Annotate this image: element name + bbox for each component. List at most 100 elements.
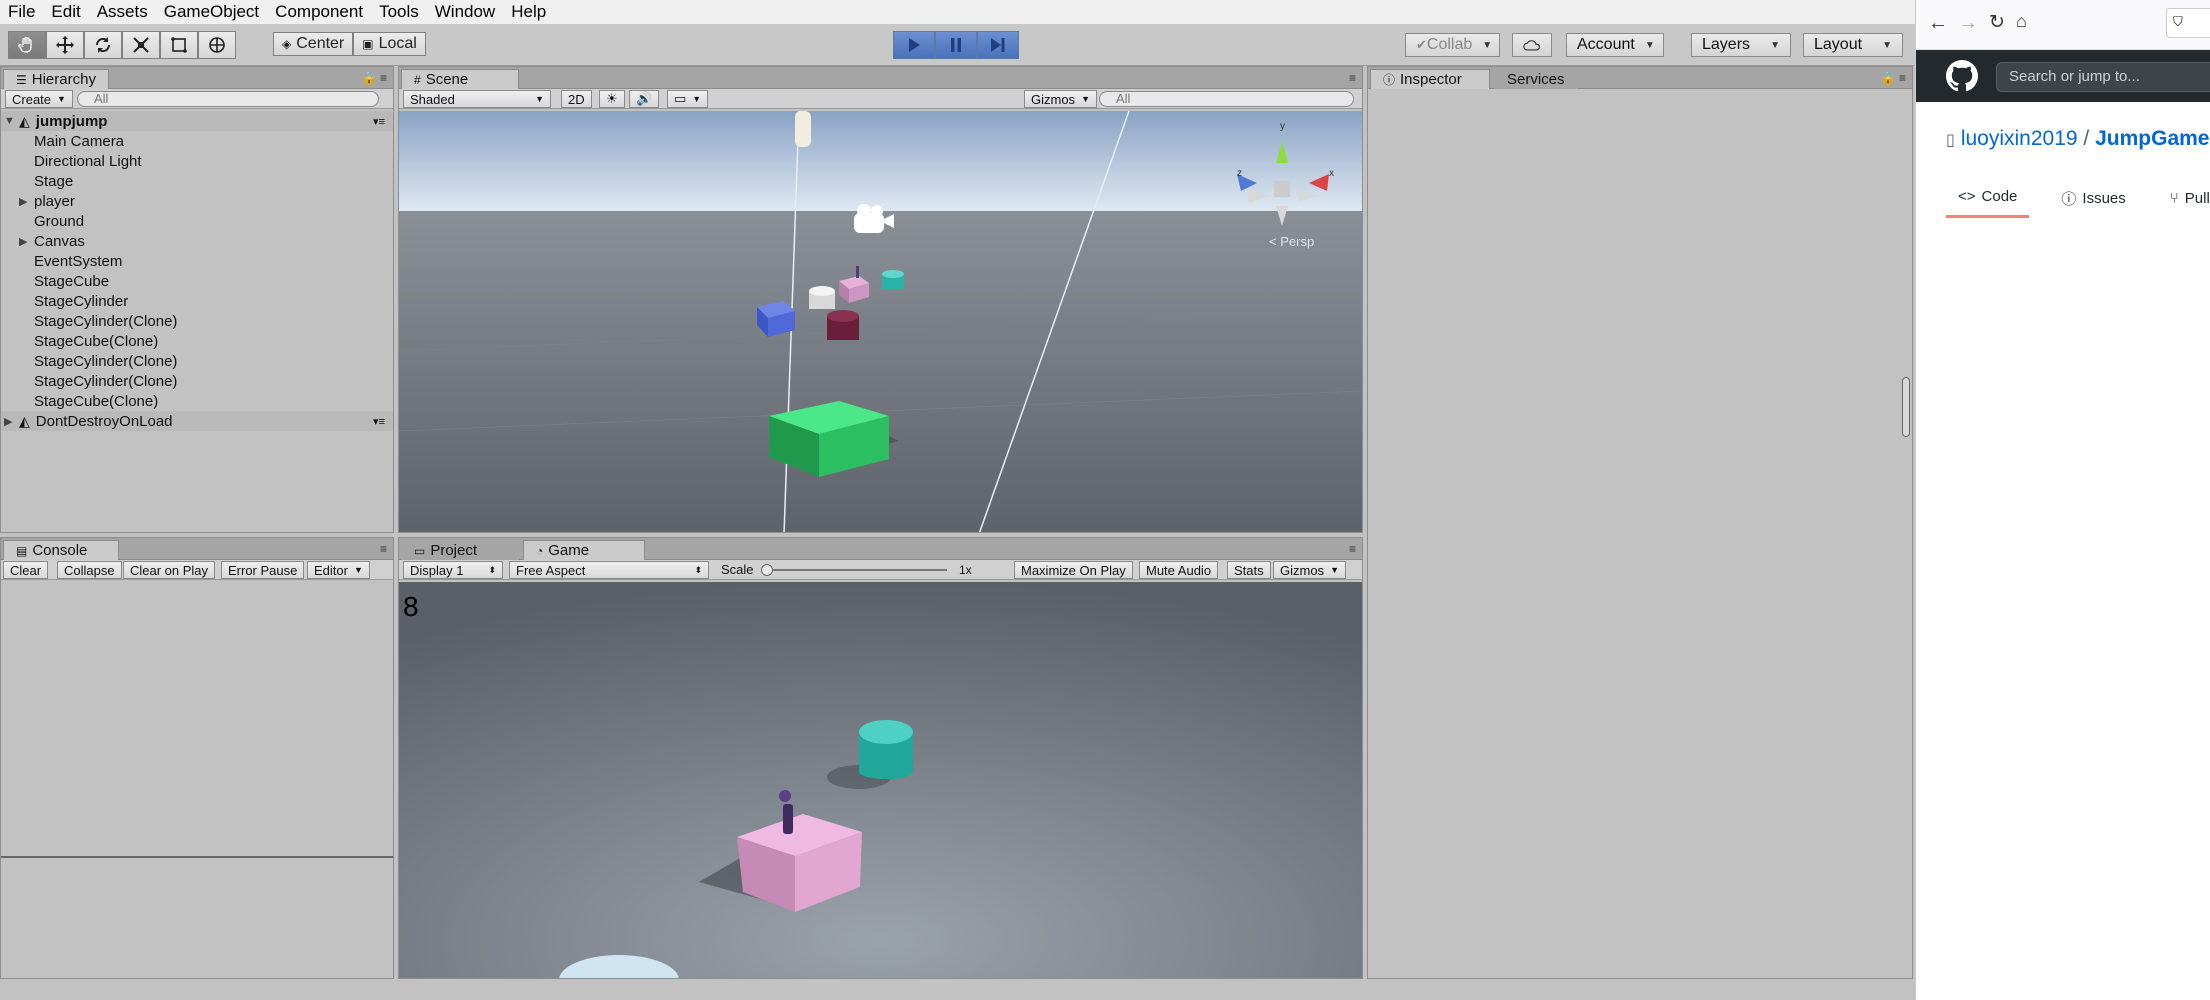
pivot-center-button[interactable]: ◈ Center	[273, 32, 354, 56]
menu-gameobject[interactable]: GameObject	[156, 2, 267, 22]
scene-search-input[interactable]: All	[1099, 91, 1354, 107]
menu-help[interactable]: Help	[503, 2, 554, 22]
repo-name-link[interactable]: JumpGame	[2095, 127, 2209, 150]
audio-toggle[interactable]: 🔊	[629, 90, 660, 108]
hierarchy-item[interactable]: StageCylinder(Clone)	[1, 351, 393, 371]
main-toolbar: ◈ Center ▣ Local ✔ Collab ▼ Account ▼ La…	[0, 24, 1915, 66]
hierarchy-item[interactable]: EventSystem	[1, 251, 393, 271]
hierarchy-item[interactable]: StageCylinder(Clone)	[1, 311, 393, 331]
hand-tool-button[interactable]	[8, 31, 46, 59]
collab-dropdown[interactable]: ✔ Collab ▼	[1405, 33, 1500, 57]
pause-button[interactable]	[935, 31, 977, 59]
tab-pull-requests[interactable]: ⑂ Pull req	[2158, 178, 2210, 218]
panel-menu-icon[interactable]: 🔒 ≡	[362, 71, 387, 85]
rect-tool-button[interactable]	[160, 31, 198, 59]
collapsed-arrow-icon[interactable]: ▶	[4, 415, 12, 428]
hierarchy-item[interactable]: StageCylinder	[1, 291, 393, 311]
cloud-button[interactable]	[1512, 33, 1552, 57]
console-editor-dropdown[interactable]: Editor ▼	[307, 561, 370, 579]
move-tool-button[interactable]	[46, 31, 84, 59]
dontdestroy-row[interactable]: ▶ ◭ DontDestroyOnLoad ▾≡	[1, 411, 393, 431]
hierarchy-item[interactable]: StageCube(Clone)	[1, 391, 393, 411]
unity-scene-icon: ◭	[19, 412, 30, 429]
scene-root-row[interactable]: ▼ ◭ jumpjump ▾≡	[1, 111, 393, 131]
hierarchy-item[interactable]: StageCube(Clone)	[1, 331, 393, 351]
console-error-pause-button[interactable]: Error Pause	[221, 561, 305, 579]
create-dropdown[interactable]: Create ▼	[5, 90, 73, 108]
hierarchy-search-input[interactable]: All	[77, 91, 379, 107]
game-viewport[interactable]: 8	[399, 582, 1362, 978]
reload-icon[interactable]: ↻	[1989, 11, 2005, 34]
scale-slider-thumb[interactable]	[761, 564, 773, 576]
menu-edit[interactable]: Edit	[43, 2, 88, 22]
account-dropdown[interactable]: Account ▼	[1566, 33, 1664, 57]
pivot-local-button[interactable]: ▣ Local	[353, 32, 426, 56]
tab-inspector[interactable]: ⓘ Inspector	[1370, 69, 1490, 89]
panel-menu-icon[interactable]: ≡	[1349, 542, 1356, 556]
transform-tool-button[interactable]	[198, 31, 236, 59]
game-gizmos-dropdown[interactable]: Gizmos ▼	[1273, 561, 1346, 579]
menu-window[interactable]: Window	[427, 2, 503, 22]
console-collapse-button[interactable]: Collapse	[57, 561, 122, 579]
rect-icon	[171, 37, 187, 53]
hierarchy-item[interactable]: ▶ player	[1, 191, 393, 211]
scene-menu-icon[interactable]: ▾≡	[373, 415, 385, 428]
hierarchy-item[interactable]: Ground	[1, 211, 393, 231]
hierarchy-item[interactable]: Main Camera	[1, 131, 393, 151]
tab-issues[interactable]: ⓘ Issues	[2049, 178, 2137, 218]
hierarchy-item[interactable]: ▶ Canvas	[1, 231, 393, 251]
menu-tools[interactable]: Tools	[371, 2, 427, 22]
inspector-scrollbar[interactable]	[1902, 377, 1910, 437]
lighting-toggle[interactable]: ☀	[599, 90, 625, 108]
stats-toggle[interactable]: Stats	[1227, 561, 1271, 579]
github-logo-icon[interactable]	[1946, 60, 1978, 92]
step-button[interactable]	[977, 31, 1019, 59]
hierarchy-item[interactable]: StageCylinder(Clone)	[1, 371, 393, 391]
back-icon[interactable]: ←	[1928, 12, 1948, 35]
collapsed-arrow-icon[interactable]: ▶	[19, 195, 27, 208]
effects-dropdown[interactable]: ▭ ▼	[667, 90, 709, 108]
forward-icon[interactable]: →	[1958, 12, 1978, 35]
scene-gizmos-dropdown[interactable]: Gizmos ▼	[1024, 90, 1097, 108]
shading-dropdown[interactable]: Shaded ▼	[403, 90, 551, 108]
menu-file[interactable]: File	[0, 2, 43, 22]
panel-menu-icon[interactable]: 🔒 ≡	[1881, 71, 1906, 85]
aspect-dropdown[interactable]: Free Aspect ⬍	[509, 561, 709, 579]
tab-game[interactable]: ◔ Game	[523, 540, 645, 560]
hierarchy-item-label: Directional Light	[34, 152, 142, 170]
scene-menu-icon[interactable]: ▾≡	[373, 115, 385, 128]
layers-dropdown[interactable]: Layers ▼	[1691, 33, 1791, 57]
rotate-tool-button[interactable]	[84, 31, 122, 59]
expand-arrow-icon[interactable]: ▼	[4, 115, 15, 127]
panel-menu-icon[interactable]: ≡	[380, 542, 387, 556]
tab-hierarchy[interactable]: ☰ Hierarchy	[3, 69, 109, 89]
home-icon[interactable]: ⌂	[2016, 11, 2027, 32]
maximize-on-play-toggle[interactable]: Maximize On Play	[1014, 561, 1133, 579]
console-clear-button[interactable]: Clear	[3, 561, 49, 579]
tab-scene[interactable]: # Scene	[401, 69, 519, 89]
panel-menu-icon[interactable]: ≡	[1349, 71, 1356, 85]
display-dropdown[interactable]: Display 1 ⬍	[403, 561, 503, 579]
mute-audio-toggle[interactable]: Mute Audio	[1139, 561, 1219, 579]
console-clear-on-play-button[interactable]: Clear on Play	[123, 561, 216, 579]
scale-slider-track[interactable]	[767, 569, 947, 571]
tab-services[interactable]: Services	[1494, 69, 1578, 89]
tab-code[interactable]: <> Code	[1946, 178, 2030, 218]
layout-dropdown[interactable]: Layout ▼	[1803, 33, 1903, 57]
scene-viewport[interactable]: y z x < Persp	[399, 111, 1362, 532]
url-bar[interactable]: ⛉	[2166, 8, 2210, 38]
repo-owner-link[interactable]: luoyixin2019	[1961, 127, 2078, 150]
console-tabstrip: ▤ Console ≡	[1, 538, 393, 560]
hierarchy-item[interactable]: Stage	[1, 171, 393, 191]
tab-console[interactable]: ▤ Console	[3, 540, 119, 560]
play-button[interactable]	[893, 31, 935, 59]
menu-assets[interactable]: Assets	[89, 2, 156, 22]
github-search-input[interactable]: Search or jump to...	[1996, 62, 2210, 92]
hierarchy-item[interactable]: StageCube	[1, 271, 393, 291]
tab-project[interactable]: ▭ Project	[401, 540, 519, 560]
hierarchy-item[interactable]: Directional Light	[1, 151, 393, 171]
mode-2d-toggle[interactable]: 2D	[561, 90, 592, 108]
collapsed-arrow-icon[interactable]: ▶	[19, 235, 27, 248]
menu-component[interactable]: Component	[267, 2, 371, 22]
scale-tool-button[interactable]	[122, 31, 160, 59]
